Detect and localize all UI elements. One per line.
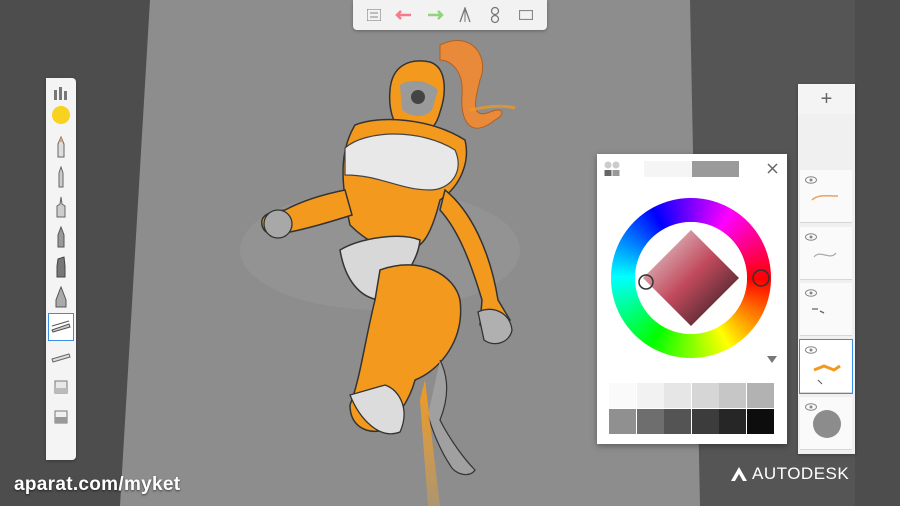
blender-brush[interactable] [49,344,73,370]
ruler-tools-icon[interactable] [456,6,474,24]
brush-panel [46,78,76,460]
eye-icon[interactable] [805,233,817,241]
current-color-swatch [692,161,739,177]
layer-4-active[interactable] [799,339,853,394]
layer-thumbnail [811,194,839,201]
autodesk-logo-icon [731,467,747,481]
color-swatch[interactable] [746,383,774,408]
color-swatch[interactable] [691,383,719,408]
pencil-brush[interactable] [49,134,73,160]
eye-icon[interactable] [805,403,817,411]
color-swatch[interactable] [609,383,636,408]
eraser-brush[interactable] [49,374,73,400]
color-wheel[interactable] [609,196,773,360]
color-swatch[interactable] [664,409,691,434]
layers-panel: + [798,84,855,454]
previous-color-swatch [644,161,692,177]
layer-thumbnail [812,308,825,314]
autodesk-brand: AUTODESK [730,464,849,484]
color-mode-icon[interactable] [603,160,621,178]
airbrush-brush[interactable] [49,284,73,310]
eye-icon[interactable] [805,176,817,184]
undo-icon[interactable] [395,6,413,24]
layer-thumbnail [813,252,837,258]
add-layer-button[interactable]: + [798,84,855,114]
color-swatch[interactable] [636,409,664,434]
color-swatch[interactable] [691,409,719,434]
layer-thumbnail [813,364,841,385]
expand-triangle-icon[interactable] [767,356,777,364]
brush-library-icon[interactable] [52,84,70,102]
color-swatch[interactable] [636,383,664,408]
layer-1[interactable] [800,170,852,223]
ballpoint-pen-brush[interactable] [49,164,73,190]
eye-icon[interactable] [805,289,817,297]
watermark-text: aparat.com/myket [14,474,181,495]
list-icon[interactable] [365,6,383,24]
marker-brush[interactable] [49,194,73,220]
color-swatch[interactable] [719,409,746,434]
background-color-dot[interactable] [813,410,841,438]
layer-2[interactable] [800,227,852,280]
symmetry-icon[interactable] [486,6,504,24]
brand-name: AUTODESK [752,464,850,483]
background-layer[interactable] [800,397,852,450]
smudge-brush-selected[interactable] [48,313,74,341]
color-swatch[interactable] [609,409,636,434]
felt-pen-brush[interactable] [49,224,73,250]
color-swatch[interactable] [719,383,746,408]
close-icon[interactable] [767,163,778,174]
eye-icon[interactable] [805,346,817,354]
current-color-button[interactable] [52,106,70,124]
redo-icon[interactable] [426,6,444,24]
color-editor-header [597,154,787,184]
color-swatch[interactable] [664,383,691,408]
chisel-marker-brush[interactable] [49,254,73,280]
fullscreen-icon[interactable] [517,6,535,24]
hard-eraser-brush[interactable] [49,404,73,430]
top-toolbar [353,0,547,30]
color-editor-panel [597,154,787,444]
layer-3[interactable] [800,283,852,336]
color-swatch[interactable] [746,409,774,434]
